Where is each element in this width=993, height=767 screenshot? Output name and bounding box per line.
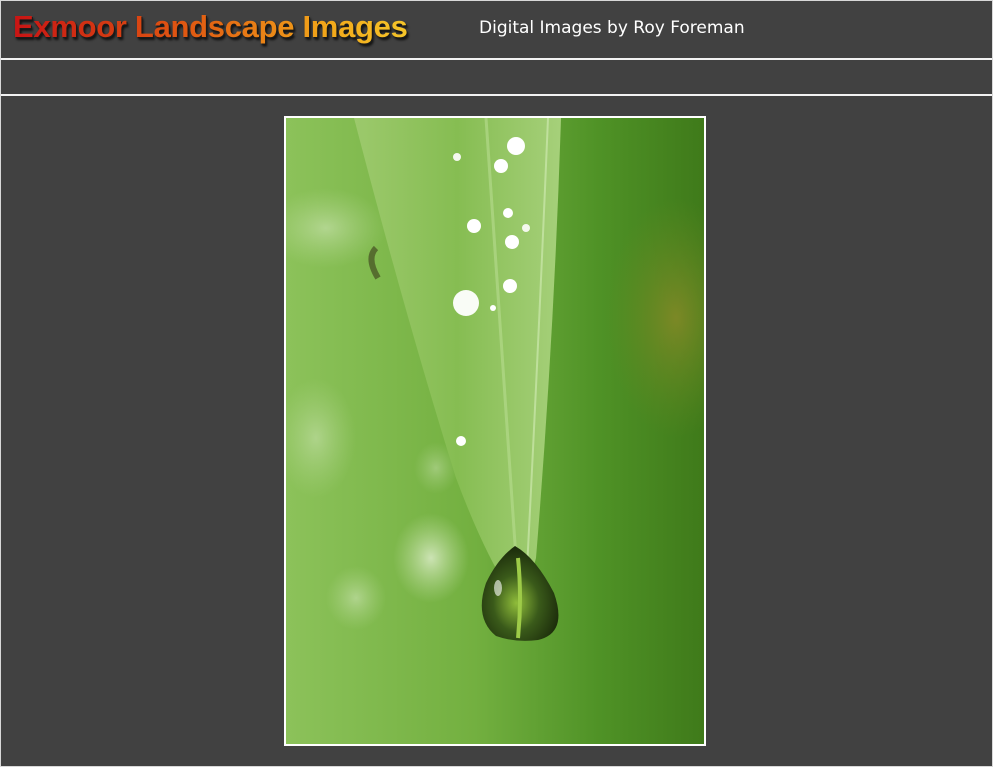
nav-bar — [1, 60, 992, 94]
site-subtitle: Digital Images by Roy Foreman — [479, 18, 745, 38]
site-title[interactable]: Exmoor Landscape Images — [13, 7, 408, 47]
site-header: Exmoor Landscape Images Digital Images b… — [1, 1, 992, 58]
header-divider-bottom — [1, 94, 992, 96]
main-photo[interactable] — [284, 116, 706, 746]
photo-image — [286, 118, 704, 744]
